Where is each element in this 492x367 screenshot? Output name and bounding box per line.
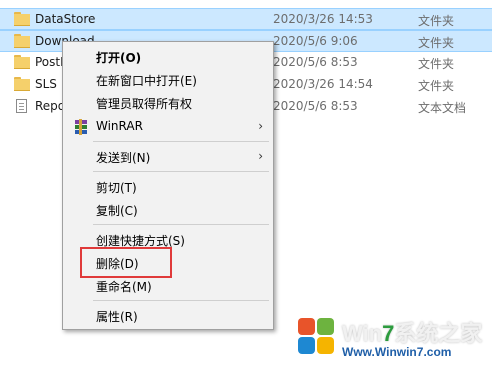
watermark-title: Win7系统之家 [342, 321, 483, 346]
menu-item-take-ownership[interactable]: 管理员取得所有权 [63, 92, 273, 114]
file-type: 文件夹 [418, 14, 455, 28]
watermark-url: Www.Winwin7.com [342, 345, 452, 359]
folder-icon [14, 77, 30, 91]
file-date: 2020/3/26 14:54 [273, 77, 373, 91]
file-name: Repo [35, 99, 66, 113]
file-name: SLS [35, 77, 57, 91]
winrar-icon [73, 119, 89, 135]
windows-logo-icon [296, 316, 336, 356]
folder-icon [14, 55, 30, 69]
text-document-icon [16, 99, 27, 113]
delete-highlight-box [80, 247, 172, 278]
menu-item-open[interactable]: 打开(O) [63, 46, 273, 68]
folder-icon [14, 12, 30, 26]
context-menu: 打开(O) 在新窗口中打开(E) 管理员取得所有权 WinRAR › 发送到(N… [62, 41, 274, 330]
file-row-datastore[interactable]: DataStore 2020/3/26 14:53 文件夹 [0, 8, 492, 30]
menu-item-label: 发送到(N) [96, 151, 151, 165]
menu-item-cut[interactable]: 剪切(T) [63, 176, 273, 198]
file-type: 文本文档 [418, 101, 467, 115]
menu-item-label: 管理员取得所有权 [96, 97, 193, 111]
menu-item-send-to[interactable]: 发送到(N) › [63, 146, 273, 168]
menu-item-rename[interactable]: 重命名(M) [63, 275, 273, 297]
file-name: DataStore [35, 12, 96, 26]
file-date: 2020/3/26 14:53 [273, 12, 373, 26]
menu-separator [93, 224, 269, 225]
menu-item-properties[interactable]: 属性(R) [63, 305, 273, 327]
folder-icon [14, 34, 30, 48]
menu-item-label: WinRAR [96, 119, 143, 133]
menu-separator [93, 300, 269, 301]
menu-item-label: 剪切(T) [96, 181, 137, 195]
menu-item-label: 在新窗口中打开(E) [96, 74, 197, 88]
file-type: 文件夹 [418, 79, 455, 93]
menu-item-open-new-window[interactable]: 在新窗口中打开(E) [63, 69, 273, 91]
file-date: 2020/5/6 8:53 [273, 55, 358, 69]
watermark: Win7系统之家 Www.Winwin7.com [292, 312, 492, 367]
chevron-right-icon: › [258, 149, 263, 163]
menu-item-label: 复制(C) [96, 204, 138, 218]
file-date: 2020/5/6 9:06 [273, 34, 358, 48]
file-type: 文件夹 [418, 57, 455, 71]
file-type: 文件夹 [418, 36, 455, 50]
menu-separator [93, 171, 269, 172]
menu-item-label: 打开(O) [96, 51, 142, 65]
menu-item-label: 属性(R) [96, 310, 138, 324]
file-date: 2020/5/6 8:53 [273, 99, 358, 113]
menu-item-label: 重命名(M) [96, 280, 152, 294]
chevron-right-icon: › [258, 119, 263, 133]
menu-separator [93, 141, 269, 142]
menu-item-winrar[interactable]: WinRAR › [63, 116, 273, 138]
menu-item-copy[interactable]: 复制(C) [63, 199, 273, 221]
